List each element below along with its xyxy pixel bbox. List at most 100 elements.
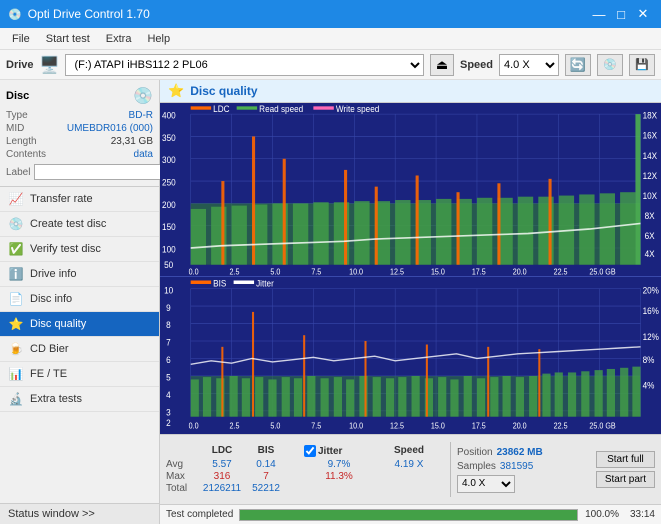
svg-text:22.5: 22.5	[554, 267, 568, 275]
extra-tests-icon: 🔬	[8, 392, 24, 406]
refresh-button[interactable]: 🔄	[565, 54, 591, 76]
avg-speed: 4.19 X	[374, 459, 444, 470]
svg-text:4%: 4%	[643, 380, 655, 391]
nav-cd-bier[interactable]: 🍺 CD Bier	[0, 337, 159, 362]
max-bis: 7	[246, 471, 286, 482]
start-full-button[interactable]: Start full	[596, 451, 655, 468]
stats-table: LDC BIS Jitter Speed Avg 5.57 0.14 9.7%	[166, 445, 444, 494]
svg-text:Jitter: Jitter	[256, 278, 274, 289]
svg-text:2: 2	[166, 417, 171, 428]
max-ldc: 316	[198, 471, 246, 482]
drive-select[interactable]: (F:) ATAPI iHBS112 2 PL06	[65, 54, 424, 76]
start-part-button[interactable]: Start part	[596, 471, 655, 488]
nav-extra-tests-label: Extra tests	[30, 393, 82, 405]
nav-create-test-disc-label: Create test disc	[30, 218, 106, 230]
progress-status: Test completed	[166, 509, 233, 520]
chart-header: ⭐ Disc quality	[160, 80, 661, 103]
samples-label: Samples	[457, 461, 496, 472]
svg-text:20.0: 20.0	[513, 267, 527, 275]
svg-text:6X: 6X	[645, 231, 655, 241]
svg-text:18X: 18X	[643, 110, 658, 120]
svg-text:10.0: 10.0	[349, 267, 363, 275]
jitter-header: Jitter	[318, 446, 342, 457]
bis-header: BIS	[246, 445, 286, 457]
nav-items: 📈 Transfer rate 💿 Create test disc ✅ Ver…	[0, 187, 159, 503]
avg-ldc: 5.57	[198, 459, 246, 470]
title-bar: 💿 Opti Drive Control 1.70 — □ ✕	[0, 0, 661, 28]
nav-disc-info-label: Disc info	[30, 293, 72, 305]
create-test-disc-icon: 💿	[8, 217, 24, 231]
speed-select[interactable]: 4.0 X	[499, 54, 559, 76]
label-input[interactable]	[34, 164, 172, 180]
svg-text:17.5: 17.5	[472, 267, 486, 275]
nav-create-test-disc[interactable]: 💿 Create test disc	[0, 212, 159, 237]
nav-disc-quality-label: Disc quality	[30, 318, 86, 330]
svg-text:15.0: 15.0	[431, 421, 445, 431]
app-title: Opti Drive Control 1.70	[28, 7, 150, 21]
cd-bier-icon: 🍺	[8, 342, 24, 356]
separator	[450, 442, 451, 497]
status-window-button[interactable]: Status window >>	[0, 503, 159, 524]
svg-text:25.0 GB: 25.0 GB	[589, 421, 615, 431]
menu-start-test[interactable]: Start test	[38, 31, 98, 47]
svg-text:10.0: 10.0	[349, 421, 363, 431]
maximize-button[interactable]: □	[611, 4, 631, 24]
progress-row: Test completed 100.0% 33:14	[160, 504, 661, 524]
eject-button[interactable]: ⏏	[430, 54, 454, 76]
avg-jitter: 9.7%	[304, 459, 374, 470]
nav-verify-test-disc-label: Verify test disc	[30, 243, 101, 255]
svg-text:4X: 4X	[645, 249, 655, 259]
svg-text:6: 6	[166, 354, 171, 365]
content-area: ⭐ Disc quality	[160, 80, 661, 524]
disc-quality-header-icon: ⭐	[168, 83, 184, 99]
menu-file[interactable]: File	[4, 31, 38, 47]
disc-panel: Disc 💿 Type BD-R MID UMEBDR016 (000) Len…	[0, 80, 159, 187]
svg-text:50: 50	[164, 260, 173, 270]
nav-fe-te[interactable]: 📊 FE / TE	[0, 362, 159, 387]
nav-disc-info[interactable]: 📄 Disc info	[0, 287, 159, 312]
disc-panel-title: Disc	[6, 90, 29, 102]
jitter-checkbox[interactable]	[304, 445, 316, 457]
svg-text:25.0 GB: 25.0 GB	[589, 267, 615, 275]
svg-text:16X: 16X	[643, 130, 658, 140]
drive-icon: 🖥️	[40, 55, 60, 75]
progress-bar-container	[239, 509, 578, 521]
progress-bar-fill	[240, 510, 577, 520]
svg-text:22.5: 22.5	[554, 421, 568, 431]
svg-text:5.0: 5.0	[270, 421, 280, 431]
svg-text:Write speed: Write speed	[336, 104, 380, 114]
total-bis: 52212	[246, 483, 286, 494]
nav-extra-tests[interactable]: 🔬 Extra tests	[0, 387, 159, 412]
save-button[interactable]: 💾	[629, 54, 655, 76]
bottom-chart: 10 9 8 7 6 5 4 3 2 20% 16% 12% 8% 4%	[160, 277, 661, 434]
svg-text:250: 250	[162, 177, 176, 187]
svg-text:7.5: 7.5	[311, 267, 321, 275]
menu-help[interactable]: Help	[139, 31, 178, 47]
svg-text:400: 400	[162, 110, 176, 120]
position-info: Position 23862 MB Samples 381595 4.0 X	[457, 447, 543, 493]
disc-button[interactable]: 💿	[597, 54, 623, 76]
nav-verify-test-disc[interactable]: ✅ Verify test disc	[0, 237, 159, 262]
stats-bar: LDC BIS Jitter Speed Avg 5.57 0.14 9.7%	[160, 434, 661, 504]
chart-title: Disc quality	[190, 84, 257, 98]
svg-text:12.5: 12.5	[390, 267, 404, 275]
svg-text:12.5: 12.5	[390, 421, 404, 431]
progress-percent: 100.0%	[584, 509, 619, 520]
avg-bis: 0.14	[246, 459, 286, 470]
nav-cd-bier-label: CD Bier	[30, 343, 69, 355]
svg-text:15.0: 15.0	[431, 267, 445, 275]
minimize-button[interactable]: —	[589, 4, 609, 24]
drive-label: Drive	[6, 59, 34, 71]
max-label: Max	[166, 471, 198, 482]
svg-text:4: 4	[166, 389, 171, 400]
test-speed-select[interactable]: 4.0 X	[457, 475, 515, 493]
nav-transfer-rate[interactable]: 📈 Transfer rate	[0, 187, 159, 212]
nav-disc-quality[interactable]: ⭐ Disc quality	[0, 312, 159, 337]
nav-transfer-rate-label: Transfer rate	[30, 193, 93, 205]
svg-text:8%: 8%	[643, 354, 655, 365]
menu-extra[interactable]: Extra	[98, 31, 140, 47]
close-button[interactable]: ✕	[633, 4, 653, 24]
nav-drive-info[interactable]: ℹ️ Drive info	[0, 262, 159, 287]
samples-value: 381595	[500, 461, 533, 472]
speed-header: Speed	[374, 445, 444, 457]
